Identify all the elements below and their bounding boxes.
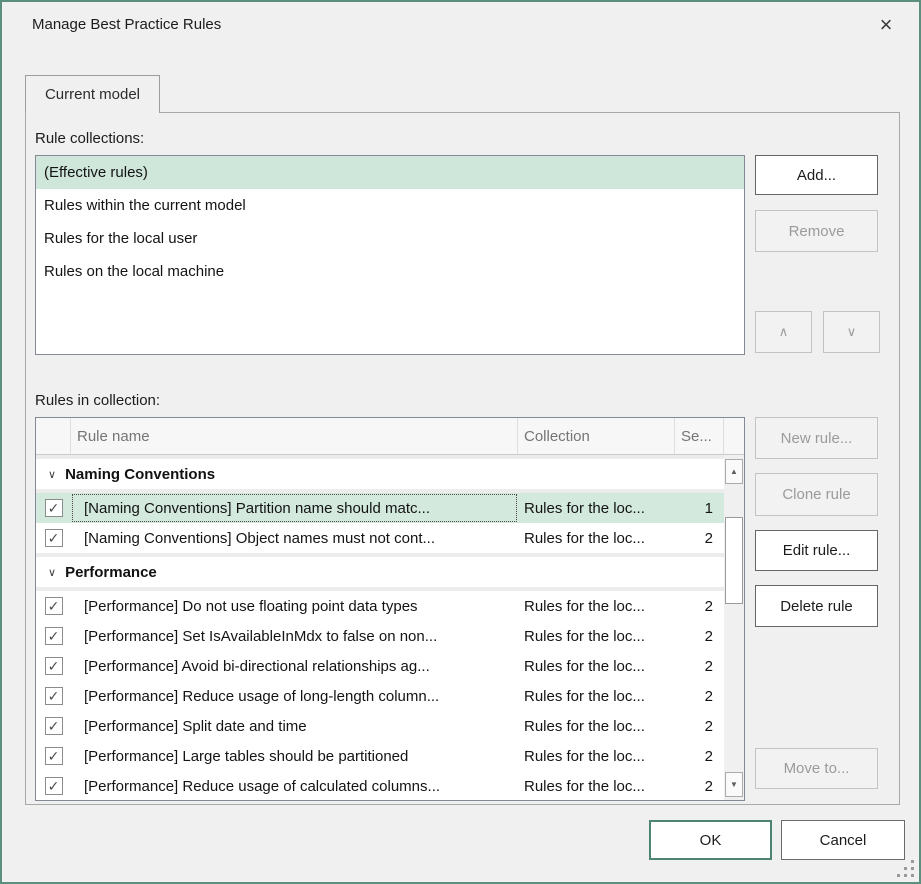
header-checkbox-column[interactable] (36, 418, 71, 454)
chevron-down-icon[interactable]: ∨ (48, 468, 56, 481)
rule-collection: Rules for the loc... (518, 658, 675, 675)
header-rule-name[interactable]: Rule name (71, 418, 518, 454)
rule-checkbox[interactable]: ✓ (45, 777, 63, 795)
scroll-up-icon[interactable]: ▲ (725, 459, 743, 484)
rule-group-row[interactable]: ∨ Performance (36, 553, 725, 591)
rule-name[interactable]: [Performance] Set IsAvailableInMdx to fa… (71, 621, 518, 651)
rule-collection: Rules for the loc... (518, 628, 675, 645)
rule-name[interactable]: [Performance] Do not use floating point … (71, 591, 518, 621)
rule-row[interactable]: ✓ [Performance] Large tables should be p… (36, 741, 725, 771)
scrollbar-thumb[interactable] (725, 517, 743, 604)
close-icon[interactable]: × (869, 10, 903, 40)
rule-row[interactable]: ✓ [Naming Conventions] Object names must… (36, 523, 725, 553)
rule-name[interactable]: [Performance] Avoid bi-directional relat… (71, 651, 518, 681)
rule-name[interactable]: [Performance] Reduce usage of long-lengt… (71, 681, 518, 711)
rule-severity: 2 (675, 718, 724, 735)
cancel-button[interactable]: Cancel (781, 820, 905, 860)
rule-severity: 2 (675, 778, 724, 795)
rule-severity: 1 (675, 500, 724, 517)
collection-item-label: Rules within the current model (44, 197, 246, 214)
rule-checkbox[interactable]: ✓ (45, 499, 63, 517)
collection-list-item[interactable]: (Effective rules) (36, 156, 744, 189)
collection-list-item[interactable]: Rules within the current model (36, 189, 744, 222)
rule-name[interactable]: [Performance] Split date and time (71, 711, 518, 741)
rule-name[interactable]: [Naming Conventions] Partition name shou… (71, 493, 518, 523)
group-label: Performance (65, 564, 157, 581)
ok-button[interactable]: OK (649, 820, 772, 860)
collection-list-item[interactable]: Rules for the local user (36, 222, 744, 255)
rule-row[interactable]: ✓ [Performance] Set IsAvailableInMdx to … (36, 621, 725, 651)
rule-collections-list[interactable]: (Effective rules) Rules within the curre… (35, 155, 745, 355)
rule-severity: 2 (675, 530, 724, 547)
edit-rule-button[interactable]: Edit rule... (755, 530, 878, 571)
rule-severity: 2 (675, 748, 724, 765)
rule-row[interactable]: ✓ [Performance] Avoid bi-directional rel… (36, 651, 725, 681)
scroll-down-icon[interactable]: ▼ (725, 772, 743, 797)
remove-button[interactable]: Remove (755, 210, 878, 252)
rule-checkbox[interactable]: ✓ (45, 747, 63, 765)
rule-checkbox[interactable]: ✓ (45, 717, 63, 735)
rule-name[interactable]: [Performance] Reduce usage of calculated… (71, 771, 518, 801)
header-filler (724, 418, 744, 454)
move-up-button[interactable]: ∧ (755, 311, 812, 353)
rule-row[interactable]: ✓ [Performance] Split date and time Rule… (36, 711, 725, 741)
rules-table-body: ∨ Naming Conventions ✓ [Naming Conventio… (36, 455, 744, 801)
rule-row[interactable]: ✓ [Performance] Reduce usage of long-len… (36, 681, 725, 711)
clone-rule-button[interactable]: Clone rule (755, 473, 878, 516)
rules-table: Rule name Collection Se... ∨ Naming Conv… (35, 417, 745, 801)
rule-severity: 2 (675, 688, 724, 705)
add-button[interactable]: Add... (755, 155, 878, 195)
rule-collection: Rules for the loc... (518, 688, 675, 705)
rule-checkbox[interactable]: ✓ (45, 687, 63, 705)
rule-severity: 2 (675, 598, 724, 615)
move-down-button[interactable]: ∨ (823, 311, 880, 353)
rule-collection: Rules for the loc... (518, 748, 675, 765)
rule-severity: 2 (675, 628, 724, 645)
rule-name[interactable]: [Performance] Large tables should be par… (71, 741, 518, 771)
resize-grip[interactable] (912, 874, 914, 876)
group-label: Naming Conventions (65, 466, 215, 483)
move-to-button[interactable]: Move to... (755, 748, 878, 789)
rule-group-row[interactable]: ∨ Naming Conventions (36, 455, 725, 493)
rule-checkbox[interactable]: ✓ (45, 657, 63, 675)
rule-collection: Rules for the loc... (518, 530, 675, 547)
header-collection[interactable]: Collection (518, 418, 675, 454)
delete-rule-button[interactable]: Delete rule (755, 585, 878, 627)
tab-current-model[interactable]: Current model (25, 75, 160, 113)
rules-table-header: Rule name Collection Se... (36, 418, 744, 455)
rule-collection: Rules for the loc... (518, 500, 675, 517)
rule-checkbox[interactable]: ✓ (45, 597, 63, 615)
rule-collection: Rules for the loc... (518, 718, 675, 735)
new-rule-button[interactable]: New rule... (755, 417, 878, 459)
rule-row[interactable]: ✓ [Performance] Reduce usage of calculat… (36, 771, 725, 801)
dialog-title: Manage Best Practice Rules (32, 16, 221, 33)
rule-row[interactable]: ✓ [Naming Conventions] Partition name sh… (36, 493, 725, 523)
header-severity[interactable]: Se... (675, 418, 724, 454)
rule-name[interactable]: [Naming Conventions] Object names must n… (71, 523, 518, 553)
rule-checkbox[interactable]: ✓ (45, 529, 63, 547)
rule-collection: Rules for the loc... (518, 598, 675, 615)
collection-item-label: (Effective rules) (44, 164, 148, 181)
chevron-down-icon[interactable]: ∨ (48, 566, 56, 579)
collection-item-label: Rules on the local machine (44, 263, 224, 280)
collection-list-item[interactable]: Rules on the local machine (36, 255, 744, 288)
rule-checkbox[interactable]: ✓ (45, 627, 63, 645)
rules-table-scrollbar[interactable]: ▲ ▼ (724, 455, 744, 800)
collection-item-label: Rules for the local user (44, 230, 197, 247)
manage-best-practice-rules-dialog: Manage Best Practice Rules × Current mod… (0, 0, 921, 884)
rule-row[interactable]: ✓ [Performance] Do not use floating poin… (36, 591, 725, 621)
rule-collection: Rules for the loc... (518, 778, 675, 795)
rule-severity: 2 (675, 658, 724, 675)
